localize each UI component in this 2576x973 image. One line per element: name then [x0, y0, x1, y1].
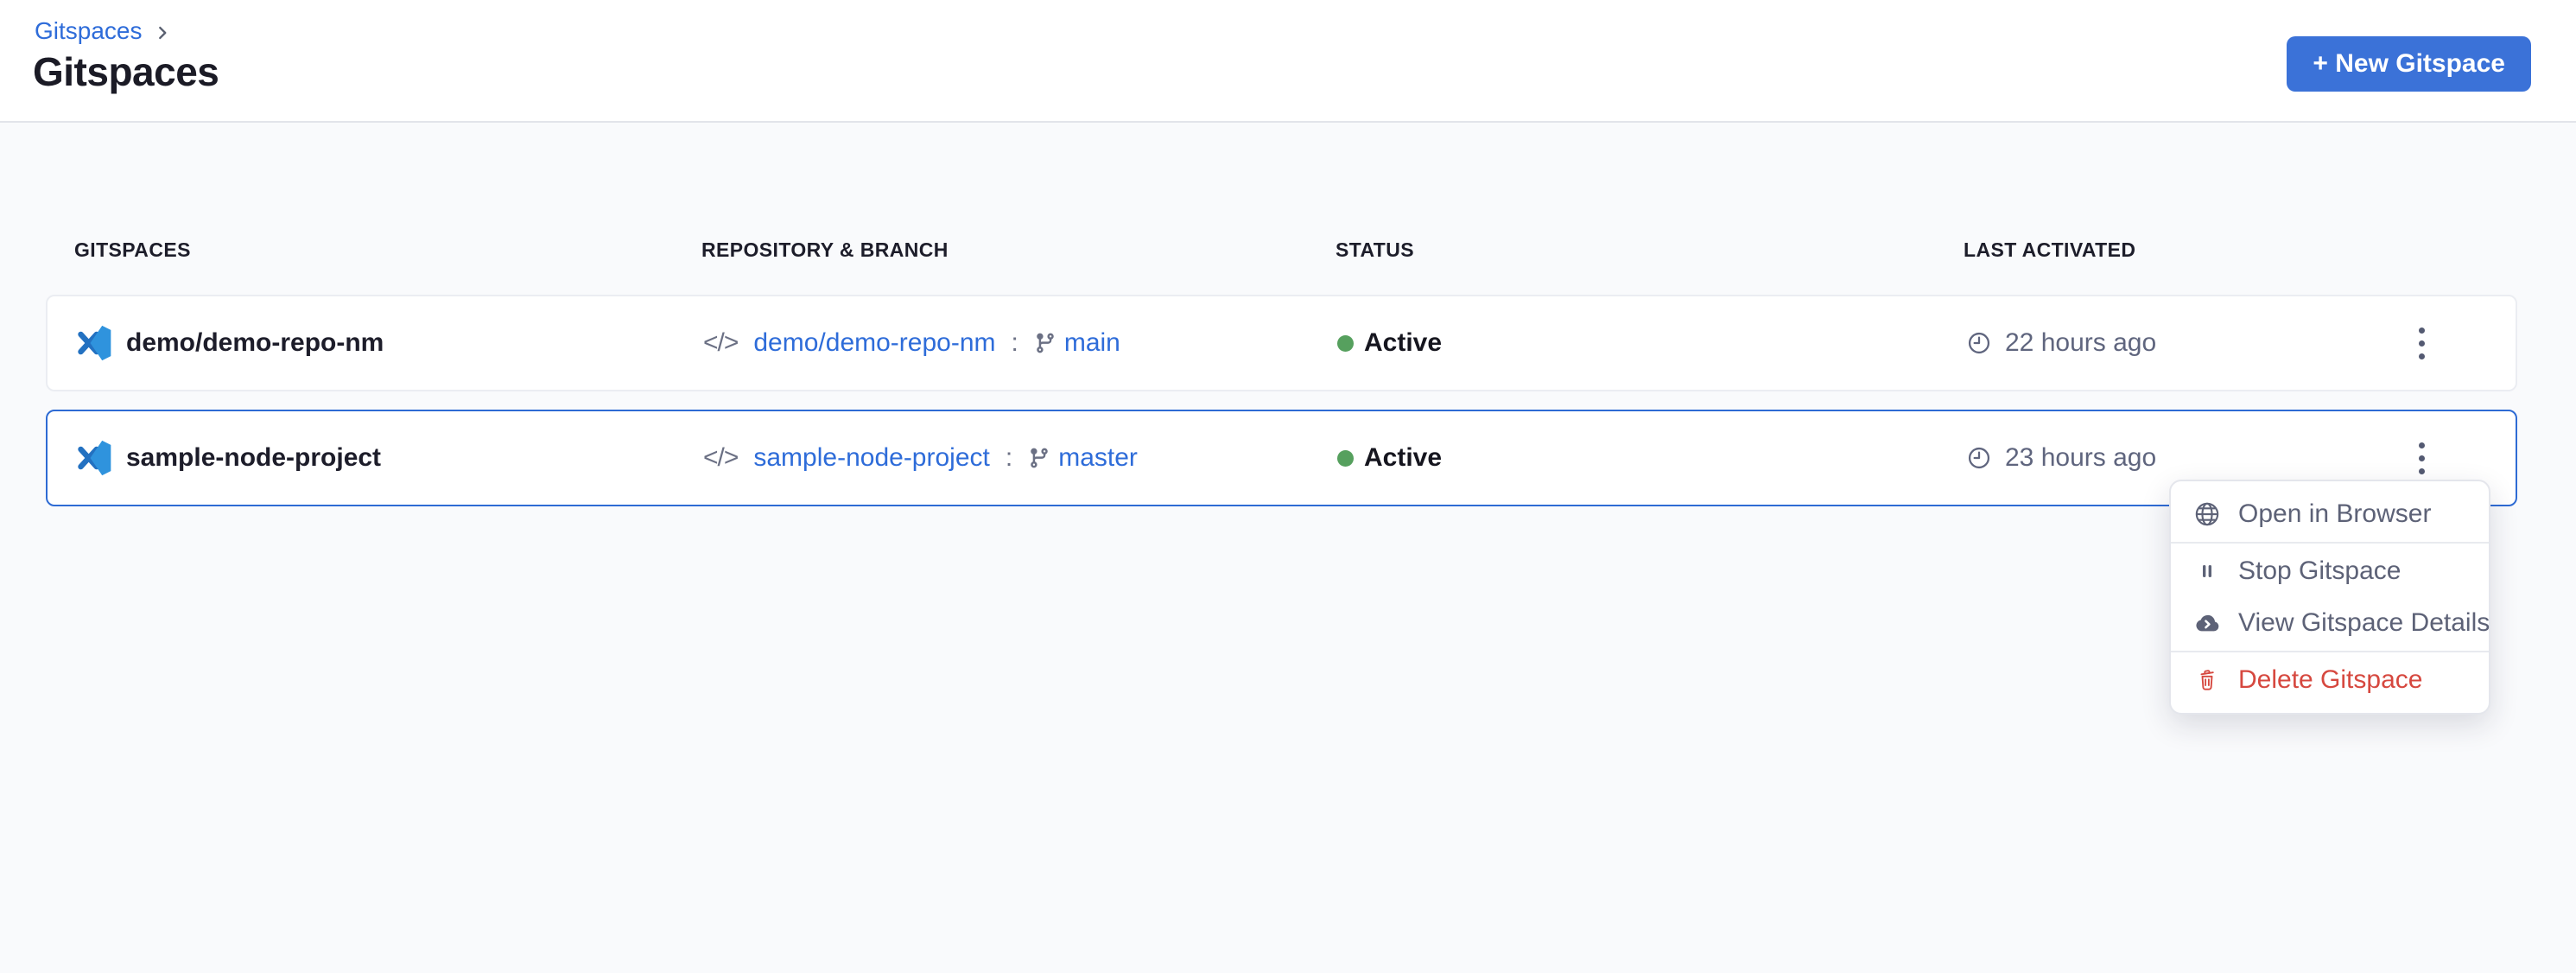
gitspace-name: sample-node-project	[126, 443, 381, 473]
status-label: Active	[1364, 328, 1442, 358]
trash-icon	[2192, 667, 2223, 693]
globe-icon	[2192, 499, 2223, 529]
git-branch-icon	[1034, 332, 1056, 354]
menu-item-label: Open in Browser	[2238, 499, 2431, 529]
status-label: Active	[1364, 443, 1442, 473]
git-branch-icon	[1028, 447, 1050, 469]
chevron-right-icon	[151, 22, 174, 44]
repository-branch-cell: </> demo/demo-repo-nm : main	[703, 296, 1120, 390]
repository-branch-cell: </> sample-node-project : master	[703, 411, 1138, 505]
menu-item-delete-gitspace[interactable]: Delete Gitspace	[2171, 654, 2489, 706]
last-activated-label: 22 hours ago	[2005, 328, 2156, 358]
breadcrumb: Gitspaces	[35, 17, 174, 45]
menu-item-view-gitspace-details[interactable]: View Gitspace Details	[2171, 597, 2489, 649]
last-activated-cell: 23 hours ago	[1965, 411, 2156, 505]
cloud-icon	[2192, 608, 2223, 638]
pause-icon	[2192, 558, 2223, 584]
column-header-last-activated: LAST ACTIVATED	[1964, 238, 2135, 262]
menu-item-label: View Gitspace Details	[2238, 608, 2490, 638]
branch-link[interactable]: main	[1064, 328, 1120, 358]
status-cell: Active	[1337, 296, 1442, 390]
menu-item-label: Delete Gitspace	[2238, 665, 2422, 695]
page-title: Gitspaces	[33, 48, 219, 95]
menu-divider	[2171, 651, 2489, 652]
gitspace-cell: demo/demo-repo-nm	[76, 296, 384, 390]
repo-branch-separator: :	[1006, 443, 1012, 473]
column-header-repository-branch: REPOSITORY & BRANCH	[701, 238, 949, 262]
menu-divider	[2171, 542, 2489, 544]
repo-branch-separator: :	[1012, 328, 1018, 358]
breadcrumb-link-gitspaces[interactable]: Gitspaces	[35, 17, 143, 45]
status-cell: Active	[1337, 411, 1442, 505]
menu-item-label: Stop Gitspace	[2238, 556, 2401, 586]
menu-item-open-in-browser[interactable]: Open in Browser	[2171, 488, 2489, 540]
repository-link[interactable]: demo/demo-repo-nm	[753, 328, 995, 358]
menu-item-stop-gitspace[interactable]: Stop Gitspace	[2171, 545, 2489, 597]
gitspace-cell: sample-node-project	[76, 411, 381, 505]
column-header-status: STATUS	[1336, 238, 1414, 262]
vscode-icon	[76, 324, 114, 362]
branch-link[interactable]: master	[1058, 443, 1138, 473]
table-row[interactable]: demo/demo-repo-nm </> demo/demo-repo-nm …	[46, 295, 2517, 391]
status-dot	[1337, 450, 1354, 467]
clock-icon	[1965, 444, 1993, 472]
vscode-icon	[76, 439, 114, 477]
row-actions-kebab-button[interactable]	[2391, 313, 2452, 373]
last-activated-cell: 22 hours ago	[1965, 296, 2156, 390]
column-header-gitspaces: GITSPACES	[74, 238, 191, 262]
repository-link[interactable]: sample-node-project	[753, 443, 989, 473]
page-header: Gitspaces Gitspaces + New Gitspace	[0, 0, 2576, 123]
gitspace-name: demo/demo-repo-nm	[126, 328, 384, 358]
code-icon: </>	[703, 328, 738, 358]
code-icon: </>	[703, 443, 738, 473]
clock-icon	[1965, 329, 1993, 357]
last-activated-label: 23 hours ago	[2005, 443, 2156, 473]
status-dot	[1337, 335, 1354, 352]
table-header: GITSPACES REPOSITORY & BRANCH STATUS LAS…	[0, 238, 2576, 266]
gitspaces-page: Gitspaces Gitspaces + New Gitspace GITSP…	[0, 0, 2576, 973]
table-row[interactable]: sample-node-project </> sample-node-proj…	[46, 410, 2517, 506]
row-actions-menu: Open in Browser Stop Gitspace View Gitsp…	[2169, 480, 2490, 715]
new-gitspace-button[interactable]: + New Gitspace	[2287, 36, 2531, 92]
